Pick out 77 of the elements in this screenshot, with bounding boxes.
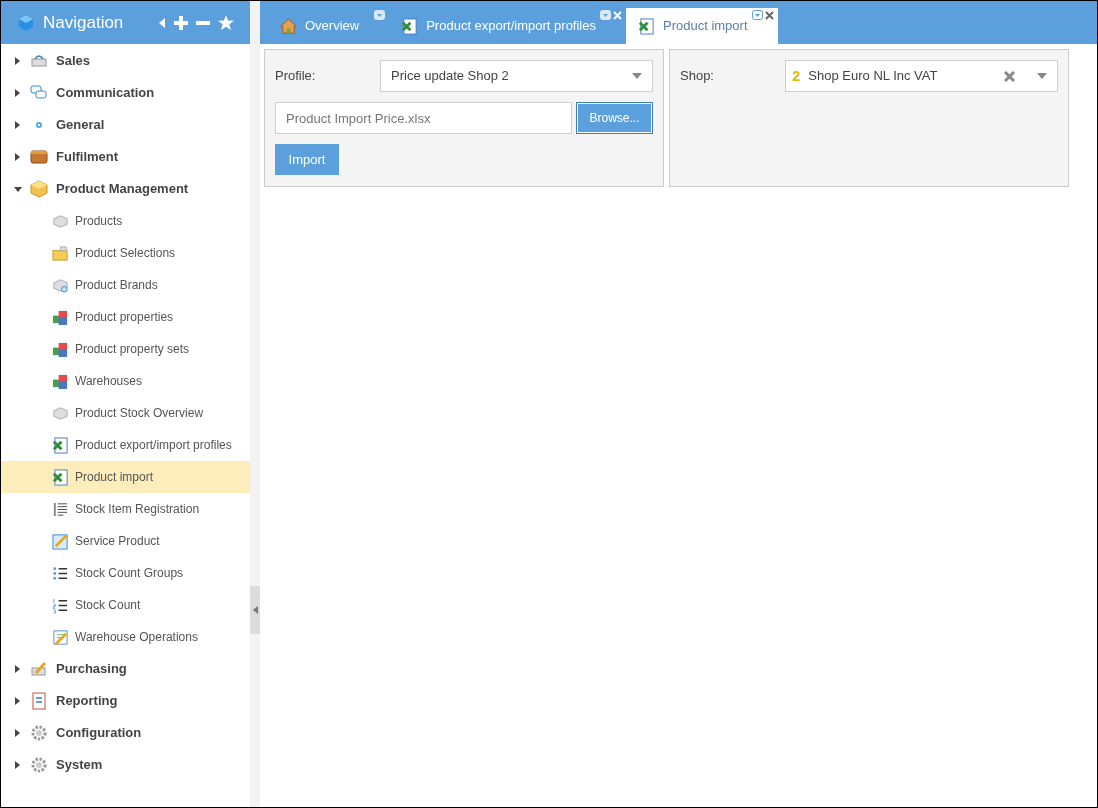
shop-label: Shop: [680,67,715,86]
basket-icon [30,52,48,70]
clear-icon[interactable] [1004,70,1015,82]
profile-dropdown[interactable]: Price update Shop 2 [380,60,653,92]
document-pencil-icon [52,532,69,550]
caret-right-icon [15,697,20,705]
tree-item[interactable]: Warehouse Operations [1,621,250,653]
sidebar-collapse-handle[interactable] [250,586,260,634]
caret-right-icon [15,665,20,673]
spreadsheet-icon [52,436,69,454]
gear-icon [30,756,48,774]
tree-group-item[interactable]: Fulfilment [1,141,250,173]
tree-item[interactable]: Product Selections [1,237,250,269]
tree-group-item[interactable]: Product Management [1,173,250,205]
tree-item[interactable]: Product export/import profiles [1,429,250,461]
chat-bubbles-icon [30,84,48,102]
tree-group-item[interactable]: Communication [1,77,250,109]
brick-icon [52,212,69,230]
spreadsheet-icon [401,17,419,35]
star-icon[interactable] [218,15,234,30]
tree-item[interactable]: Service Product [1,525,250,557]
tab[interactable]: Product import [626,8,778,44]
tree-group-item[interactable]: Sales [1,45,250,77]
dropdown-icon [374,10,386,20]
caret-right-icon [15,89,20,97]
text-lines-icon [52,500,69,518]
file-field[interactable]: Product Import Price.xlsx [275,102,572,134]
tree-group-item[interactable]: Configuration [1,717,250,749]
gear-icon [30,724,48,742]
tree-item[interactable]: Warehouses [1,365,250,397]
caret-right-icon [15,761,20,769]
tree-item[interactable]: Stock Item Registration [1,493,250,525]
left-arrow-icon [252,606,258,614]
spreadsheet-icon [638,17,655,35]
shop-dropdown[interactable]: 2 Shop Euro NL Inc VAT [785,60,1058,92]
caret-right-icon [15,729,20,737]
brick-icon [52,404,69,422]
numbered-list-icon [52,596,69,614]
package-icon [30,180,48,198]
dropdown-icon [600,10,611,20]
caret-down-icon [13,186,22,192]
caret-right-icon [15,57,20,65]
folder-icon [52,244,69,262]
tree-group-item[interactable]: Reporting [1,685,250,717]
tree-group-item[interactable]: Purchasing [1,653,250,685]
blocks-icon [52,372,69,390]
tree-item[interactable]: Product import [1,461,250,493]
expand-all-icon[interactable] [174,15,188,30]
notebook-icon [30,692,48,710]
tree-group-item[interactable]: System [1,749,250,781]
tree-item[interactable]: Product property sets [1,333,250,365]
blocks-icon [52,308,69,326]
cube-icon [17,13,35,32]
blocks-icon [52,340,69,358]
tree-item[interactable]: Product properties [1,301,250,333]
dropdown-icon [751,10,763,20]
tree-item[interactable]: Stock Count Groups [1,557,250,589]
tree-item[interactable]: Product Brands [1,269,250,301]
tree-item[interactable]: Product Stock Overview [1,397,250,429]
navigation-title: Navigation [43,11,125,34]
tree-item[interactable]: Products [1,205,250,237]
tree-group-item[interactable]: General [1,109,250,141]
caret-right-icon [15,153,20,161]
form-pencil-icon [52,628,69,646]
caret-right-icon [15,121,20,129]
spreadsheet-icon [52,468,69,486]
collapse-all-icon[interactable] [196,20,210,25]
box-icon [30,148,48,166]
dropdown-arrow-icon [632,73,642,79]
house-icon [280,17,297,35]
dropdown-arrow-icon [1037,73,1047,79]
collapse-arrow-icon[interactable] [158,16,166,29]
bullet-list-icon [52,564,69,582]
tree-item[interactable]: Stock Count [1,589,250,621]
profile-label: Profile: [275,67,317,86]
brick-magnifier-icon [52,276,69,294]
basket-pencil-icon [30,660,48,678]
